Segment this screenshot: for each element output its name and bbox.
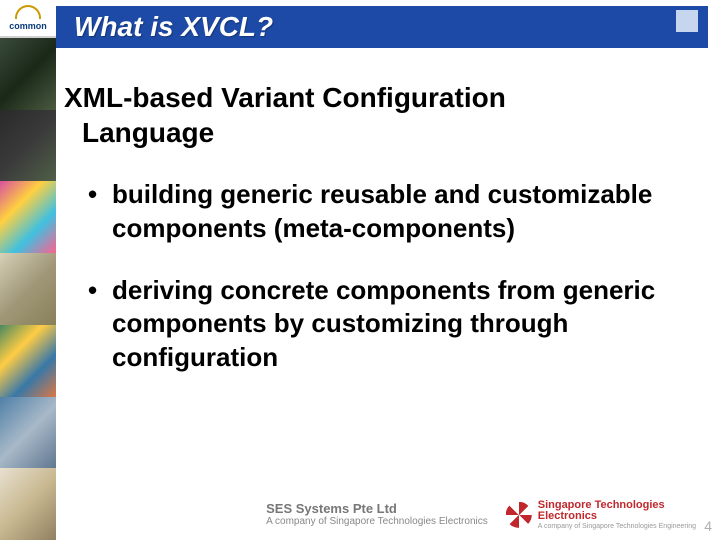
ste-text: Singapore Technologies Electronics A com… xyxy=(538,500,696,530)
ses-logo: SES Systems Pte Ltd A company of Singapo… xyxy=(266,502,488,527)
sidebar-image xyxy=(0,181,56,253)
bullet-item: building generic reusable and customizab… xyxy=(88,178,696,246)
bullet-item: deriving concrete components from generi… xyxy=(88,274,696,375)
footer-logos: SES Systems Pte Ltd A company of Singapo… xyxy=(266,500,696,530)
sidebar-image xyxy=(0,253,56,325)
sidebar-image xyxy=(0,110,56,182)
slide-content: XML-based Variant Configuration Language… xyxy=(64,80,696,403)
sidebar-image xyxy=(0,397,56,469)
sidebar-image xyxy=(0,468,56,540)
pinwheel-icon xyxy=(506,502,532,528)
sidebar-image xyxy=(0,38,56,110)
definition-line2: Language xyxy=(64,115,696,150)
brand-text: common xyxy=(9,21,47,31)
brand-logo: common xyxy=(0,0,56,38)
ses-tagline: A company of Singapore Technologies Elec… xyxy=(266,516,488,527)
title-bar: What is XVCL? xyxy=(56,6,708,48)
definition-text: XML-based Variant Configuration Language xyxy=(64,80,696,150)
ses-name: SES Systems Pte Ltd xyxy=(266,502,488,516)
sidebar-thumbnails: common xyxy=(0,0,56,540)
bullet-list: building generic reusable and customizab… xyxy=(64,178,696,375)
ste-line3: A company of Singapore Technologies Engi… xyxy=(538,523,696,530)
page-number: 4 xyxy=(704,518,712,534)
ste-logo: Singapore Technologies Electronics A com… xyxy=(506,500,696,530)
definition-line1: XML-based Variant Configuration xyxy=(64,82,506,113)
sidebar-image xyxy=(0,325,56,397)
slide-title: What is XVCL? xyxy=(74,11,273,43)
ste-line2: Electronics xyxy=(538,511,696,523)
